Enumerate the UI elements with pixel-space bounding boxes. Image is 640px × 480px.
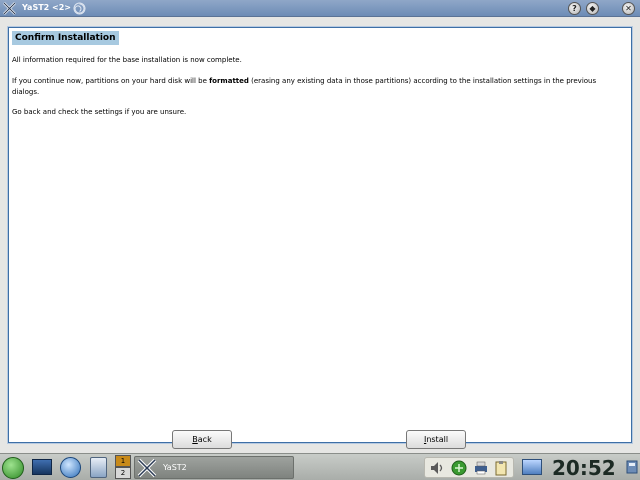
back-button-label: ack: [197, 435, 212, 444]
clipboard-icon[interactable]: [493, 460, 509, 476]
warning-text-pre: If you continue now, partitions on your …: [12, 77, 210, 85]
desktop-pager: 1 2: [115, 455, 131, 480]
menu-icon[interactable]: ◆: [586, 2, 599, 15]
yast-icon: [3, 2, 16, 15]
globe-icon[interactable]: [60, 457, 81, 478]
printer-icon[interactable]: [473, 460, 489, 476]
file-manager-icon[interactable]: [90, 457, 107, 478]
task-button-yast[interactable]: YaST2: [134, 456, 294, 479]
info-text: All information required for the base in…: [12, 56, 242, 64]
hint-text: Go back and check the settings if you ar…: [12, 108, 187, 116]
volume-icon[interactable]: [429, 460, 445, 476]
taskbar: 1 2 YaST2 20:52: [0, 453, 640, 480]
swirl-icon: [73, 2, 86, 15]
warning-text: If you continue now, partitions on your …: [12, 76, 624, 98]
pager-desktop-2[interactable]: 2: [115, 467, 131, 479]
back-button[interactable]: Back: [172, 430, 232, 449]
system-icon[interactable]: [626, 460, 638, 474]
system-tray: [424, 457, 514, 478]
close-icon[interactable]: ✕: [622, 2, 635, 15]
pager-desktop-1[interactable]: 1: [115, 455, 131, 467]
install-button-label: nstall: [426, 435, 449, 444]
help-icon[interactable]: ?: [568, 2, 581, 15]
network-icon[interactable]: [451, 460, 467, 476]
confirm-panel: Confirm Installation All information req…: [8, 27, 632, 443]
window-titlebar[interactable]: YaST2 <2> ? ◆ ✕: [0, 0, 640, 17]
yast-icon: [137, 458, 157, 478]
monitor-icon[interactable]: [522, 459, 542, 475]
page-title: Confirm Installation: [12, 31, 119, 45]
yast-dialog: Confirm Installation All information req…: [0, 17, 640, 453]
warning-text-bold: formatted: [209, 77, 249, 85]
install-button[interactable]: Install: [406, 430, 466, 449]
window-title: YaST2 <2>: [22, 3, 71, 12]
task-label: YaST2: [163, 463, 187, 472]
clock[interactable]: 20:52: [552, 456, 616, 480]
kmenu-icon[interactable]: [2, 457, 24, 479]
desktop-icon[interactable]: [32, 459, 52, 475]
